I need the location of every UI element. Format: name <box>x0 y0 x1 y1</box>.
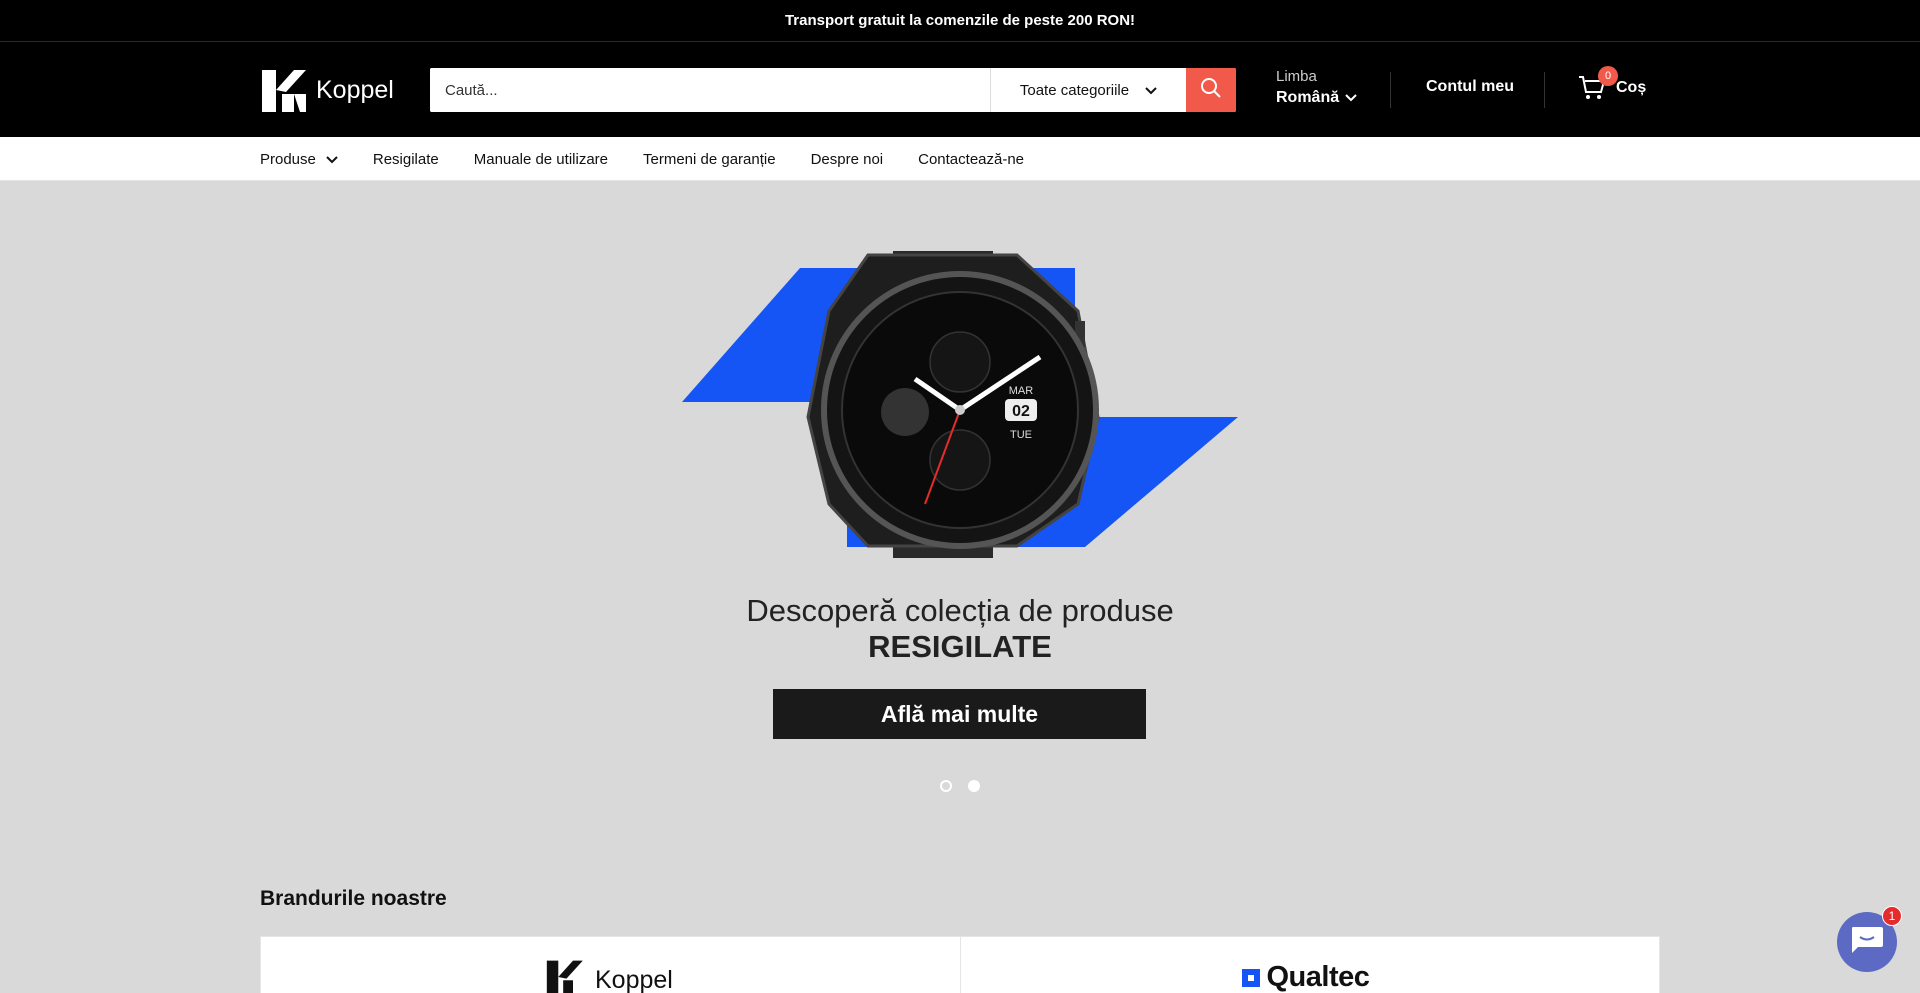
announcement-bar: Transport gratuit la comenzile de peste … <box>0 0 1920 42</box>
language-value: Română <box>1276 89 1357 107</box>
cart-label: Coș <box>1616 79 1647 96</box>
brand-name: Koppel <box>595 966 673 993</box>
chevron-down-icon <box>1145 82 1157 99</box>
search-input[interactable] <box>430 68 990 112</box>
watch-date-day: 02 <box>1012 403 1030 420</box>
divider <box>1544 72 1545 108</box>
announcement-text: Transport gratuit la comenzile de peste … <box>784 12 1136 29</box>
hero-cta-button[interactable]: Află mai multe <box>773 689 1146 739</box>
main-nav: Produse Resigilate Manuale de utilizare … <box>0 137 1920 181</box>
hero-slider[interactable]: 02 MAR TUE Descoperă colecția de produse… <box>0 181 1920 831</box>
nav-item-produse[interactable]: Produse <box>260 151 338 168</box>
brands-title: Brandurile noastre <box>260 887 447 910</box>
watch-date-weekday: TUE <box>1010 429 1032 441</box>
koppel-logo-icon <box>260 68 306 112</box>
slider-dots <box>940 780 980 792</box>
hero-watch-image: 02 MAR TUE <box>682 251 1238 558</box>
watch-date-month: MAR <box>1009 385 1034 397</box>
brands-grid: Koppel Qualtec <box>260 936 1660 993</box>
chat-badge: 1 <box>1882 906 1902 926</box>
slider-dot[interactable] <box>968 780 980 792</box>
category-select[interactable]: Toate categoriile <box>990 68 1186 112</box>
nav-item-termeni[interactable]: Termeni de garanție <box>643 151 776 168</box>
nav-item-despre[interactable]: Despre noi <box>811 151 884 168</box>
nav-item-label: Produse <box>260 150 316 168</box>
chevron-down-icon <box>326 151 338 168</box>
chat-icon <box>1850 925 1884 960</box>
search-bar: Toate categoriile <box>430 68 1236 112</box>
logo[interactable]: Koppel <box>260 68 394 112</box>
search-button[interactable] <box>1186 68 1236 112</box>
cart-link[interactable]: 0 Coș <box>1578 66 1647 102</box>
qualtec-logo-icon <box>1241 968 1260 987</box>
brand-card-koppel[interactable]: Koppel <box>261 937 960 993</box>
cart-icon: 0 <box>1578 66 1618 102</box>
logo-text: Koppel <box>316 75 394 104</box>
nav-item-contact[interactable]: Contactează-ne <box>918 151 1024 168</box>
nav-item-resigilate[interactable]: Resigilate <box>373 151 439 168</box>
divider <box>1390 72 1391 108</box>
language-value-text: Română <box>1276 89 1340 106</box>
cart-count-badge: 0 <box>1598 66 1618 86</box>
language-label: Limba <box>1276 68 1317 85</box>
header: Koppel Toate categoriile Limba Română Co… <box>0 42 1920 137</box>
qualtec-brand-logo: Qualtec <box>1239 961 1370 993</box>
language-selector[interactable]: Limba Română <box>1276 68 1357 107</box>
hero-title: Descoperă colecția de produse <box>746 593 1174 628</box>
brand-card-qualtec[interactable]: Qualtec <box>959 937 1660 993</box>
slider-dot[interactable] <box>940 780 952 792</box>
nav-item-manuale[interactable]: Manuale de utilizare <box>474 151 608 168</box>
category-select-label: Toate categoriile <box>1019 81 1130 99</box>
brand-name: Qualtec <box>1266 961 1370 993</box>
search-icon <box>1200 77 1222 104</box>
hero-title-emphasis: RESIGILATE <box>868 629 1052 664</box>
koppel-brand-logo: Koppel <box>541 959 673 993</box>
account-link[interactable]: Contul meu <box>1426 78 1514 96</box>
chevron-down-icon <box>1345 89 1357 107</box>
koppel-logo-icon <box>546 960 583 993</box>
